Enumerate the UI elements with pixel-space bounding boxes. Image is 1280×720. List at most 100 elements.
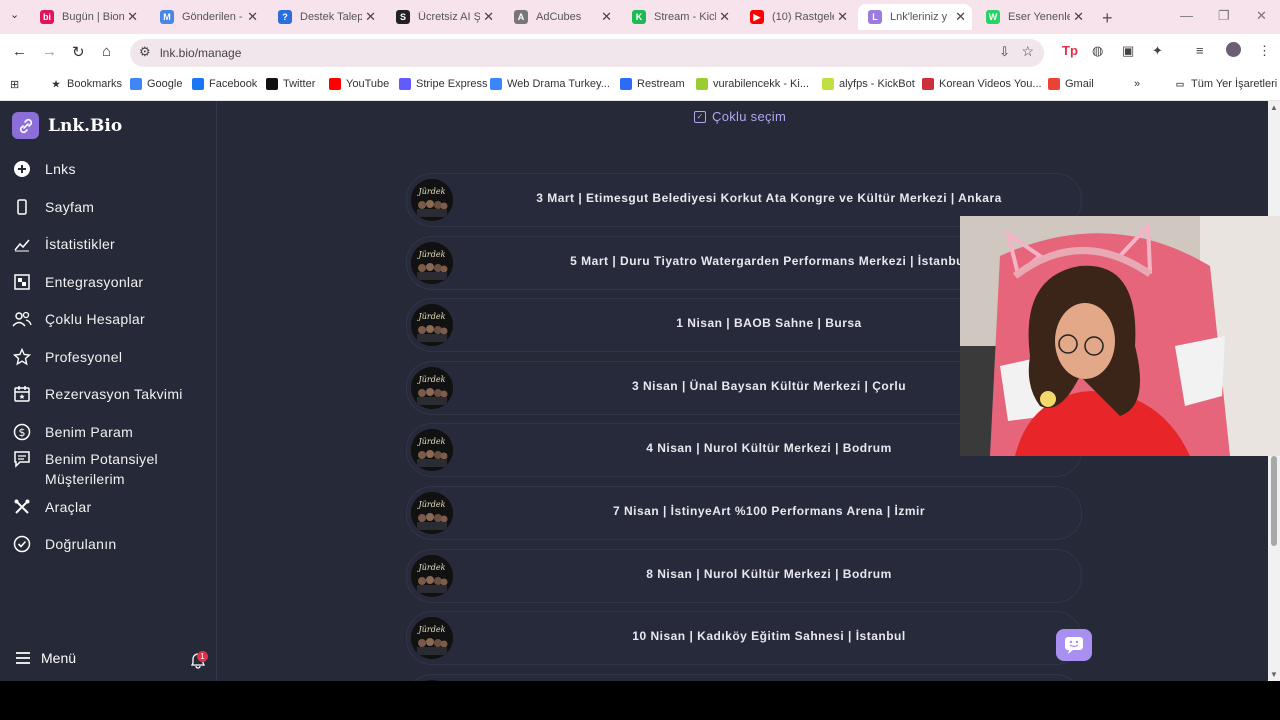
more-bookmarks-icon[interactable]: » bbox=[1134, 78, 1140, 90]
sidebar-item[interactable]: İstatistikler bbox=[12, 234, 115, 254]
sidebar-item[interactable]: Lnks bbox=[12, 159, 76, 179]
maximize-icon[interactable]: ❐ bbox=[1218, 8, 1230, 24]
new-tab-button[interactable]: + bbox=[1102, 8, 1113, 29]
extensions-puzzle-icon[interactable]: ✦ bbox=[1152, 43, 1163, 59]
sidebar-item[interactable]: Profesyonel bbox=[12, 347, 122, 367]
bookmark-item[interactable]: Facebook bbox=[192, 78, 257, 90]
scroll-up-icon[interactable]: ▲ bbox=[1270, 103, 1278, 112]
reload-icon[interactable]: ↻ bbox=[72, 43, 85, 61]
bookmark-item[interactable]: Google bbox=[130, 78, 182, 90]
bookmark-label: Gmail bbox=[1065, 78, 1094, 90]
bookmark-item[interactable]: Twitter bbox=[266, 78, 315, 90]
sidebar-item-label: Rezervasyon Takvimi bbox=[45, 386, 183, 402]
forward-icon[interactable]: → bbox=[42, 43, 57, 60]
media-control-icon[interactable]: ≡ bbox=[1196, 43, 1204, 58]
logo[interactable]: Lnk.Bio bbox=[12, 112, 122, 139]
link-row[interactable]: Jürdek 10 Nisan | Kadıköy Eğitim Sahnesi … bbox=[406, 611, 1082, 666]
star-icon: ★ bbox=[51, 79, 61, 89]
home-icon[interactable]: ⌂ bbox=[102, 43, 111, 60]
browser-menu-icon[interactable]: ⋮ bbox=[1258, 43, 1271, 59]
bookmark-item[interactable]: Stripe Express bbox=[399, 78, 488, 90]
bookmark-item[interactable]: YouTube bbox=[329, 78, 389, 90]
logo-text: Lnk.Bio bbox=[48, 115, 123, 136]
all-bookmarks[interactable]: ▭ Tüm Yer İşaretleri bbox=[1174, 78, 1277, 90]
sidebar-item[interactable]: Doğrulanın bbox=[12, 534, 117, 554]
link-thumbnail: Jürdek bbox=[411, 429, 453, 472]
svg-text:Jürdek: Jürdek bbox=[417, 625, 446, 634]
scroll-thumb[interactable] bbox=[1271, 456, 1277, 546]
folder-icon: ▭ bbox=[1175, 79, 1185, 89]
bookmark-item[interactable]: alyfps - KickBot bbox=[822, 78, 915, 90]
tab-favicon-icon: M bbox=[160, 10, 174, 24]
bookmark-item[interactable]: Gmail bbox=[1048, 78, 1094, 90]
chat-support-button[interactable] bbox=[1056, 629, 1092, 661]
bookmark-label: Twitter bbox=[283, 78, 316, 90]
link-title[interactable]: 10 Nisan | Kadıköy Eğitim Sahnesi | İsta… bbox=[467, 629, 1071, 643]
menu-button[interactable]: Menü bbox=[14, 649, 76, 667]
bookmark-item[interactable]: vurabilencekk - Ki... bbox=[696, 78, 809, 90]
sidebar-item[interactable]: Sayfam bbox=[12, 197, 94, 217]
browser-tab[interactable]: ▶ (10) Rastgele ✕ bbox=[740, 4, 854, 30]
bookmark-bookmarks[interactable]: ★ Bookmarks bbox=[50, 78, 122, 90]
site-info-icon[interactable]: ⚙ bbox=[139, 44, 151, 60]
profile-avatar[interactable] bbox=[1226, 42, 1241, 57]
sidebar-item[interactable]: Çoklu Hesaplar bbox=[12, 309, 145, 329]
link-row[interactable]: Jürdek 7 Nisan | İstinyeArt %100 Performa… bbox=[406, 486, 1082, 540]
tab-close-icon[interactable]: ✕ bbox=[247, 9, 258, 25]
bookmark-item[interactable]: Web Drama Turkey... bbox=[490, 78, 610, 90]
multi-select-toggle[interactable]: ✓ Çoklu seçim bbox=[694, 109, 786, 124]
browser-tab[interactable]: K Stream - Kick ✕ bbox=[622, 4, 736, 30]
link-row-partial[interactable]: Jürdek bbox=[406, 673, 1082, 681]
install-icon[interactable]: ⇩ bbox=[999, 44, 1010, 60]
tab-search-icon[interactable]: ⌄ bbox=[10, 8, 19, 21]
apps-grid-icon[interactable]: ⊞ bbox=[10, 78, 19, 91]
back-icon[interactable]: ← bbox=[12, 43, 27, 60]
tab-close-icon[interactable]: ✕ bbox=[719, 9, 730, 25]
browser-tab[interactable]: A AdCubes ✕ bbox=[504, 4, 618, 30]
bookmark-label: Google bbox=[147, 78, 183, 90]
link-title[interactable]: 8 Nisan | Nurol Kültür Merkezi | Bodrum bbox=[467, 567, 1071, 581]
tab-close-icon[interactable]: ✕ bbox=[127, 9, 138, 25]
sidebar-item[interactable]: Rezervasyon Takvimi bbox=[12, 384, 183, 404]
notifications-button[interactable]: 1 bbox=[190, 651, 208, 669]
tab-close-icon[interactable]: ✕ bbox=[955, 9, 966, 25]
tools-icon bbox=[12, 497, 32, 517]
tab-close-icon[interactable]: ✕ bbox=[365, 9, 376, 25]
browser-tab[interactable]: M Gönderilen - ✕ bbox=[150, 4, 264, 30]
tab-close-icon[interactable]: ✕ bbox=[483, 9, 494, 25]
tab-favicon-icon: ▶ bbox=[750, 10, 764, 24]
browser-tab-bar: ⌄ bi Bugün | Bion ✕ M Gönderilen - ✕? Destek T… bbox=[0, 0, 1280, 34]
sidebar-item[interactable]: $ Benim Param bbox=[12, 422, 133, 442]
tab-close-icon[interactable]: ✕ bbox=[1073, 9, 1084, 25]
address-bar[interactable]: ⚙ lnk.bio/manage ⇩ ☆ bbox=[130, 39, 1044, 67]
checkbox-icon: ✓ bbox=[694, 110, 706, 123]
url-text[interactable]: lnk.bio/manage bbox=[160, 46, 241, 60]
tab-close-icon[interactable]: ✕ bbox=[837, 9, 848, 25]
extension-globe-icon[interactable]: ◍ bbox=[1092, 43, 1103, 59]
scroll-down-icon[interactable]: ▼ bbox=[1270, 670, 1278, 679]
tab-title: (10) Rastgele bbox=[772, 11, 834, 23]
sidebar-item[interactable]: Benim Potansiyel Müşterilerim bbox=[12, 449, 195, 489]
sidebar-item-label: Sayfam bbox=[45, 199, 95, 215]
browser-tab[interactable]: bi Bugün | Bion ✕ bbox=[30, 4, 144, 30]
link-title[interactable]: 3 Mart | Etimesgut Belediyesi Korkut Ata… bbox=[467, 191, 1071, 205]
browser-tab[interactable]: W Eser Yenenler ✕ bbox=[976, 4, 1090, 30]
extension-screen-icon[interactable]: ▣ bbox=[1122, 43, 1134, 59]
close-window-icon[interactable]: ✕ bbox=[1256, 8, 1267, 24]
tab-favicon-icon: K bbox=[632, 10, 646, 24]
minimize-icon[interactable]: — bbox=[1180, 8, 1193, 23]
bookmark-item[interactable]: Restream bbox=[620, 78, 685, 90]
sidebar-item-label: İstatistikler bbox=[45, 236, 116, 252]
browser-tab[interactable]: L Lnk'leriniz y ✕ bbox=[858, 4, 972, 30]
bookmark-item[interactable]: Korean Videos You... bbox=[922, 78, 1042, 90]
sidebar-item[interactable]: Araçlar bbox=[12, 497, 91, 517]
link-title[interactable]: 7 Nisan | İstinyeArt %100 Performans Are… bbox=[467, 504, 1071, 518]
bookmark-star-icon[interactable]: ☆ bbox=[1021, 43, 1034, 60]
browser-tab[interactable]: S Ücretsiz AI Ş ✕ bbox=[386, 4, 500, 30]
sidebar-item[interactable]: Entegrasyonlar bbox=[12, 272, 143, 292]
star-icon bbox=[12, 347, 32, 367]
link-row[interactable]: Jürdek 8 Nisan | Nurol Kültür Merkezi | B… bbox=[406, 548, 1082, 603]
extension-tp-icon[interactable]: Tp bbox=[1062, 43, 1078, 58]
tab-close-icon[interactable]: ✕ bbox=[601, 9, 612, 25]
browser-tab[interactable]: ? Destek Talepl ✕ bbox=[268, 4, 382, 30]
